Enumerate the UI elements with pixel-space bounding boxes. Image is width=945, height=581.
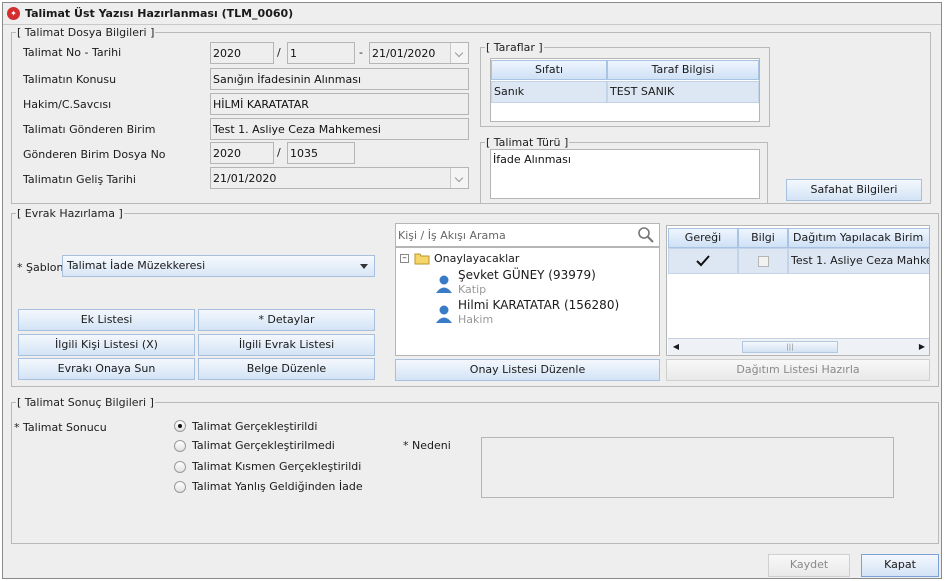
sablon-select[interactable]: Talimat İade Müzekkeresi (62, 255, 375, 277)
talimat-date-value: 21/01/2020 (372, 47, 436, 60)
tree-user-role: Katip (458, 283, 487, 296)
hakim-field[interactable]: HİLMİ KARATATAR (210, 93, 469, 115)
sablon-value: Talimat İade Müzekkeresi (67, 259, 206, 272)
slash-separator: / (277, 46, 281, 59)
ilgili-kisi-listesi-button[interactable]: İlgili Kişi Listesi (X) (18, 334, 195, 356)
scroll-thumb[interactable]: ||| (742, 341, 838, 353)
konusu-field[interactable]: Sanığın İfadesinin Alınması (210, 68, 469, 90)
talimat-no-number-field[interactable]: 1 (287, 42, 355, 64)
window-title: Talimat Üst Yazısı Hazırlanması (TLM_006… (25, 7, 294, 20)
dagitim-table: Gereği Bilgi Dağıtım Yapılacak Birim Tes… (666, 225, 930, 356)
bilgi-checkbox[interactable] (738, 248, 788, 274)
talimat-sonucu-label: * Talimat Sonucu (14, 421, 107, 434)
kisi-arama-input[interactable]: Kişi / İş Akışı Arama (395, 223, 660, 247)
column-header[interactable]: Dağıtım Yapılacak Birim (788, 228, 929, 248)
scroll-left-icon[interactable]: ◀ (668, 339, 684, 355)
gelis-tarihi-label: Talimatın Geliş Tarihi (23, 173, 136, 186)
evrak-hazirlama-legend: [ Evrak Hazırlama ] (17, 207, 123, 220)
talimat-turu-legend: [ Talimat Türü ] (486, 136, 569, 149)
radio-gerceklestirilmedi[interactable] (174, 440, 186, 452)
search-icon[interactable] (637, 226, 655, 244)
radio-kismen[interactable] (174, 461, 186, 473)
gb-dosya-year-field[interactable]: 2020 (210, 142, 274, 164)
kapat-button[interactable]: Kapat (861, 554, 939, 577)
safahat-bilgileri-button[interactable]: Safahat Bilgileri (786, 179, 922, 201)
taraflar-table: Sıfatı Taraf Bilgisi Sanık TEST SANIK (490, 58, 760, 122)
tree-user-name[interactable]: Hilmi KARATATAR (156280) (458, 298, 619, 312)
slash-separator: / (277, 146, 281, 159)
sablon-label: * Şablon (17, 261, 64, 274)
onaylayacaklar-tree: – Onaylayacaklar Şevket GÜNEY (93979) Ka… (395, 247, 660, 356)
radio-label: Talimat Gerçekleştirilmedi (192, 439, 335, 452)
hakim-label: Hakim/C.Savcısı (23, 98, 112, 111)
dash-separator: - (359, 46, 363, 59)
title-bar: ✦ Talimat Üst Yazısı Hazırlanması (TLM_0… (3, 3, 941, 25)
talimat-no-year-field[interactable]: 2020 (210, 42, 274, 64)
chevron-down-icon[interactable] (450, 43, 468, 63)
table-cell-sifati[interactable]: Sanık (491, 81, 607, 103)
dropdown-arrow-icon (360, 264, 368, 269)
user-icon (436, 305, 452, 323)
radio-label: Talimat Yanlış Geldiğinden İade (192, 480, 363, 493)
table-cell-taraf[interactable]: TEST SANIK (607, 81, 759, 103)
main-window: ✦ Talimat Üst Yazısı Hazırlanması (TLM_0… (2, 2, 942, 579)
tree-user-role: Hakim (458, 313, 494, 326)
tree-root-label[interactable]: Onaylayacaklar (434, 252, 519, 265)
column-header[interactable]: Taraf Bilgisi (607, 60, 759, 80)
collapse-icon[interactable]: – (400, 254, 409, 263)
folder-icon (414, 253, 430, 265)
geregi-checkbox[interactable] (668, 248, 738, 274)
sonuc-bilgileri-legend: [ Talimat Sonuç Bilgileri ] (17, 396, 154, 409)
gonderen-birim-field[interactable]: Test 1. Asliye Ceza Mahkemesi (210, 118, 469, 140)
kaydet-button[interactable]: Kaydet (768, 554, 850, 577)
evraki-onaya-sun-button[interactable]: Evrakı Onaya Sun (18, 358, 195, 380)
detaylar-button[interactable]: * Detaylar (198, 309, 375, 331)
radio-gerceklestirildi[interactable] (174, 420, 186, 432)
ek-listesi-button[interactable]: Ek Listesi (18, 309, 195, 331)
konusu-label: Talimatın Konusu (23, 73, 117, 86)
dosya-bilgileri-legend: [ Talimat Dosya Bilgileri ] (17, 26, 155, 39)
horizontal-scrollbar[interactable]: ◀ ||| ▶ (668, 338, 929, 355)
dosya-bilgileri-group: [ Talimat Dosya Bilgileri ] (11, 26, 931, 204)
gelis-tarihi-value: 21/01/2020 (213, 172, 277, 185)
belge-duzenle-button[interactable]: Belge Düzenle (198, 358, 375, 380)
column-header[interactable]: Bilgi (738, 228, 788, 248)
gb-dosya-no-label: Gönderen Birim Dosya No (23, 148, 166, 161)
chevron-down-icon[interactable] (450, 168, 468, 188)
column-header[interactable]: Gereği (668, 228, 738, 248)
user-icon (436, 275, 452, 293)
ilgili-evrak-listesi-button[interactable]: İlgili Evrak Listesi (198, 334, 375, 356)
tree-user-name[interactable]: Şevket GÜNEY (93979) (458, 268, 596, 282)
checkmark-icon (696, 255, 710, 267)
radio-label: Talimat Kısmen Gerçekleştirildi (192, 460, 362, 473)
onay-listesi-duzenle-button[interactable]: Onay Listesi Düzenle (395, 359, 660, 381)
nedeni-textarea[interactable] (481, 437, 894, 498)
column-header[interactable]: Sıfatı (491, 60, 607, 80)
dagitim-listesi-hazirla-button[interactable]: Dağıtım Listesi Hazırla (666, 359, 930, 381)
radio-label: Talimat Gerçekleştirildi (192, 420, 318, 433)
nedeni-label: * Nedeni (403, 439, 451, 452)
talimat-turu-field[interactable]: İfade Alınması (490, 149, 760, 199)
radio-yanlis-iade[interactable] (174, 481, 186, 493)
gonderen-birim-label: Talimatı Gönderen Birim (23, 123, 156, 136)
app-logo-icon: ✦ (7, 7, 20, 20)
checkbox-box (758, 256, 769, 267)
search-placeholder: Kişi / İş Akışı Arama (398, 229, 506, 242)
talimat-no-label: Talimat No - Tarihi (23, 46, 122, 59)
dagitim-birim-cell[interactable]: Test 1. Asliye Ceza Mahkemesi (788, 248, 929, 274)
scroll-right-icon[interactable]: ▶ (914, 339, 929, 355)
gb-dosya-number-field[interactable]: 1035 (287, 142, 355, 164)
gelis-tarihi-field[interactable]: 21/01/2020 (210, 167, 469, 189)
talimat-date-field[interactable]: 21/01/2020 (369, 42, 469, 64)
taraflar-legend: [ Taraflar ] (486, 41, 543, 54)
